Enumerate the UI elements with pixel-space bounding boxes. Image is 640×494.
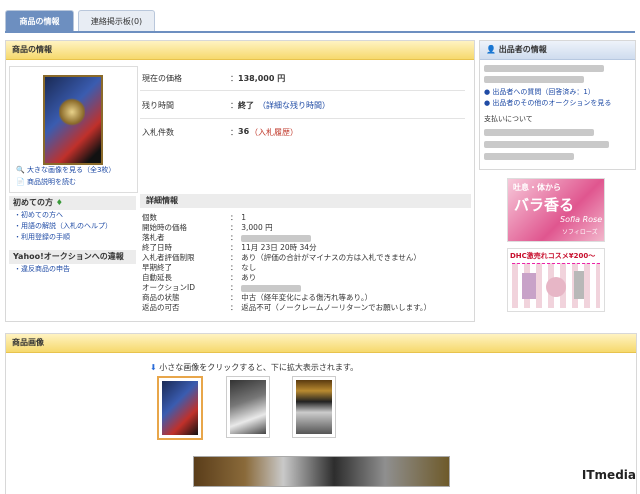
main-thumbnail-box: 🔍 大きな画像を見る（全3枚） 📄 商品説明を読む bbox=[9, 66, 138, 193]
current-price-label: 現在の価格 bbox=[142, 74, 182, 83]
time-left-row: 残り時間 ： 終了 （詳細な残り時間） bbox=[142, 101, 330, 110]
divider bbox=[140, 118, 465, 119]
redacted-payment-line bbox=[484, 140, 609, 148]
tab-bar: 商品の情報 連絡掲示板(0) bbox=[0, 0, 640, 33]
violation-title: Yahoo!オークションへの違報 bbox=[9, 250, 136, 264]
current-price-value: 138,000 円 bbox=[238, 74, 286, 83]
detail-value: あり（評価の合計がマイナスの方は入札できません） bbox=[241, 253, 421, 262]
thumbnail-3[interactable] bbox=[292, 376, 336, 438]
details-header: 詳細情報 bbox=[140, 194, 471, 208]
redacted-auction-id bbox=[241, 284, 302, 292]
bullet-icon: ● bbox=[484, 88, 491, 96]
redacted-payment-line bbox=[484, 128, 594, 136]
ad1-top-text: 吐息・体から bbox=[513, 183, 561, 192]
product-images-header: 商品画像 bbox=[6, 334, 636, 353]
detailed-time-link[interactable]: （詳細な残り時間） bbox=[258, 100, 330, 111]
ad-banner-dhc[interactable]: DHC激売れコスメ¥200～ bbox=[507, 248, 605, 312]
redacted-winner bbox=[241, 234, 312, 242]
ad1-brand: Sofia Rose bbox=[560, 215, 603, 224]
beginner-title: 初めての方 bbox=[13, 198, 53, 207]
ask-seller-link[interactable]: 出品者への質問（回答済み：1） bbox=[492, 88, 594, 96]
enlarge-image-link[interactable]: 大きな画像を見る（全3枚） bbox=[27, 166, 115, 174]
tab-message-board[interactable]: 連絡掲示板(0) bbox=[78, 10, 155, 32]
person-icon: 👤 bbox=[486, 45, 496, 54]
read-description-link[interactable]: 商品説明を読む bbox=[27, 178, 76, 186]
seller-info-title: 出品者の情報 bbox=[498, 45, 547, 54]
enlarged-image bbox=[193, 456, 450, 487]
bid-count-row: 入札件数 ： 36 （入札履歴） bbox=[142, 127, 298, 137]
detail-value: なし bbox=[241, 263, 257, 272]
detail-value: 中古（経年変化による傷汚れ等あり。） bbox=[241, 293, 373, 302]
images-hint: 小さな画像をクリックすると、下に拡大表示されます。 bbox=[159, 363, 359, 372]
time-left-label: 残り時間 bbox=[142, 101, 174, 110]
thumbnail-2[interactable] bbox=[226, 376, 270, 438]
beginner-mark-icon: ♦ bbox=[55, 198, 63, 207]
itmedia-logo: ITmedia bbox=[581, 468, 636, 482]
ad1-sub: ソフィローズ bbox=[562, 229, 598, 236]
beginner-link-intro[interactable]: 初めての方へ bbox=[21, 211, 63, 219]
beginner-link-glossary[interactable]: 用語の解説（入札のヘルプ） bbox=[21, 222, 112, 230]
time-left-value: 終了 bbox=[238, 101, 254, 110]
bid-count-value: 36 bbox=[238, 127, 250, 136]
payment-info-label: 支払いについて bbox=[484, 115, 533, 123]
divider bbox=[140, 90, 465, 91]
ad1-main-text: バラ香る bbox=[514, 196, 575, 214]
seller-other-auctions-link[interactable]: 出品者のその他のオークションを見る bbox=[492, 99, 611, 107]
detail-value: 3,000 円 bbox=[241, 223, 273, 232]
product-image[interactable] bbox=[43, 75, 103, 165]
ad-banner-sofia-rose[interactable]: 吐息・体から バラ香る Sofia Rose ソフィローズ bbox=[507, 178, 605, 242]
redacted-seller-rating bbox=[484, 75, 584, 83]
detail-label: 返品の可否 bbox=[142, 303, 180, 312]
bid-count-label: 入札件数 bbox=[142, 128, 174, 137]
down-arrow-icon: ⬇ bbox=[150, 363, 157, 372]
thumbnail-1[interactable] bbox=[157, 376, 203, 440]
magnifier-icon: 🔍 bbox=[16, 166, 25, 174]
violation-section: Yahoo!オークションへの違報 ・違反商品の申告 bbox=[9, 250, 136, 275]
detail-value: あり bbox=[241, 273, 257, 282]
tab-underline bbox=[5, 31, 635, 33]
product-info-header: 商品の情報 bbox=[6, 41, 474, 60]
detail-value: 返品不可（ノークレームノーリターンでお願いします。） bbox=[241, 303, 432, 312]
current-price-row: 現在の価格 ： 138,000 円 bbox=[142, 74, 286, 83]
beginner-link-register[interactable]: 利用登録の手順 bbox=[21, 233, 70, 241]
bid-history-link[interactable]: （入札履歴） bbox=[250, 127, 298, 138]
redacted-payment-line bbox=[484, 152, 574, 160]
tab-product-info[interactable]: 商品の情報 bbox=[5, 10, 74, 32]
detail-value: 1 bbox=[241, 213, 247, 222]
document-icon: 📄 bbox=[16, 178, 25, 186]
beginner-section: 初めての方 ♦ ・初めての方へ ・用語の解説（入札のヘルプ） ・利用登録の手順 bbox=[9, 196, 136, 243]
ad2-title: DHC激売れコスメ¥200～ bbox=[510, 252, 596, 260]
bullet-icon: ● bbox=[484, 99, 491, 107]
report-violation-link[interactable]: 違反商品の申告 bbox=[21, 265, 70, 273]
redacted-seller-id bbox=[484, 64, 604, 72]
detail-value: 11月 23日 20時 34分 bbox=[241, 243, 317, 252]
